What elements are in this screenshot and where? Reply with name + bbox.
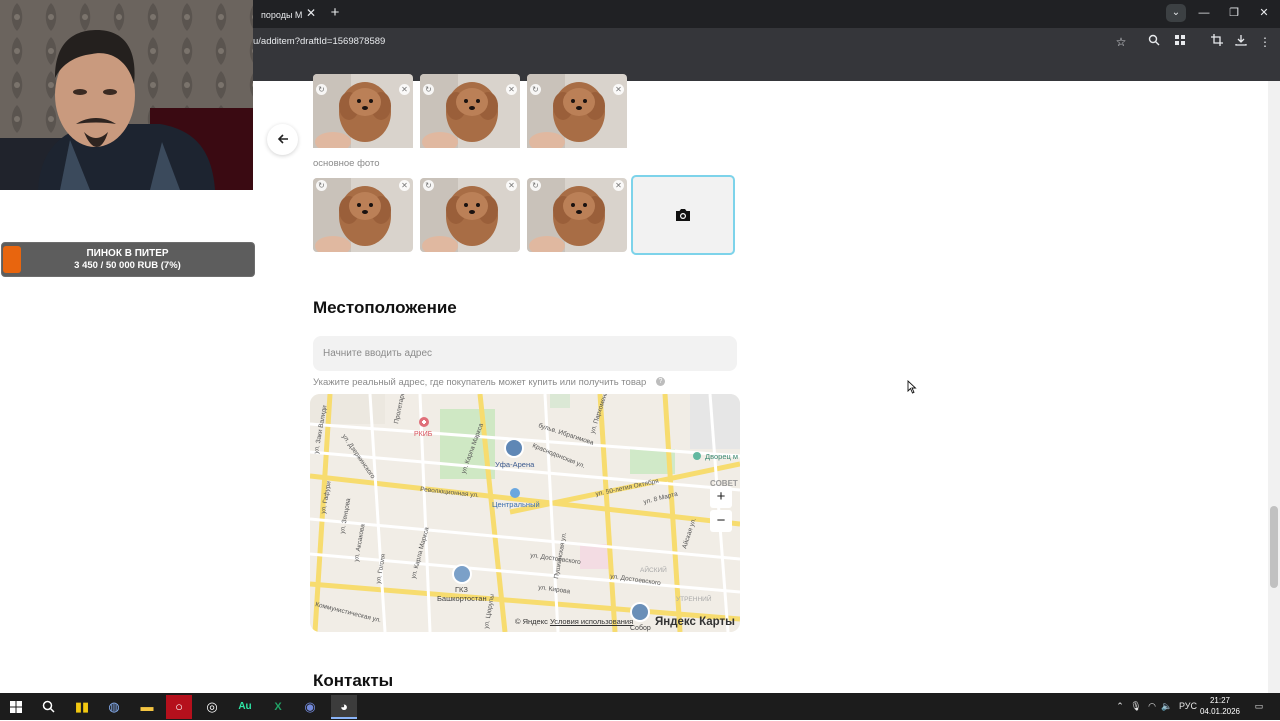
- rotate-icon[interactable]: ↻: [423, 180, 434, 191]
- puppy-photo: [527, 178, 627, 252]
- map-label-aiskiy: АЙСКИЙ: [640, 565, 667, 574]
- notification-icon[interactable]: ▭: [1252, 699, 1266, 713]
- restore-button[interactable]: ❐: [1220, 4, 1248, 22]
- donation-goal-title: ПИНОК В ПИТЕР: [86, 248, 169, 259]
- wifi-icon[interactable]: ◠: [1146, 699, 1158, 713]
- address-bar[interactable]: u/additem?draftId=1569878589: [253, 33, 953, 51]
- delete-photo-icon[interactable]: ✕: [506, 180, 517, 191]
- delete-photo-icon[interactable]: ✕: [613, 84, 624, 95]
- help-icon[interactable]: ?: [656, 377, 665, 386]
- photo-thumbnail[interactable]: ↻ ✕: [313, 74, 413, 152]
- search-icon[interactable]: [35, 695, 61, 719]
- camera-icon: [676, 209, 690, 221]
- taskbar-app-icon[interactable]: ▮▮: [69, 695, 95, 719]
- bookmark-star-icon[interactable]: ☆: [1112, 33, 1130, 51]
- clock-time: 21:27: [1209, 696, 1231, 705]
- scrollbar-track[interactable]: [1268, 81, 1280, 693]
- photo-thumbnail[interactable]: ↻ ✕: [420, 74, 520, 152]
- search-icon[interactable]: [1145, 33, 1163, 51]
- scrollbar-thumb[interactable]: [1270, 506, 1278, 588]
- map-terms-link[interactable]: Условия использования: [550, 617, 633, 626]
- main-photo-label: основное фото: [313, 158, 380, 169]
- chrome-icon[interactable]: ◕: [331, 695, 357, 719]
- photo-thumbnail[interactable]: ↻ ✕: [313, 178, 413, 252]
- folder-icon[interactable]: ▬: [134, 695, 160, 719]
- map-label-centralny: Центральный: [492, 500, 540, 509]
- tab-search-icon[interactable]: ⌄: [1166, 4, 1186, 22]
- browser-menu-icon[interactable]: ⋮: [1256, 33, 1274, 51]
- contacts-title: Контакты: [313, 671, 394, 690]
- rotate-icon[interactable]: ↻: [316, 84, 327, 95]
- map-label-ufa-arena: Уфа-Арена: [495, 460, 535, 469]
- delete-photo-icon[interactable]: ✕: [613, 180, 624, 191]
- tab-title: породы М: [261, 10, 303, 20]
- discord-icon[interactable]: ◉: [297, 695, 323, 719]
- clock-date: 04.01.2026: [1199, 707, 1241, 716]
- rotate-icon[interactable]: ↻: [530, 180, 541, 191]
- windows-taskbar: [0, 693, 1280, 720]
- yandex-maps-logo[interactable]: Яндекс Карты: [655, 614, 740, 630]
- excel-icon[interactable]: X: [265, 695, 291, 719]
- map-label-gkz: ГКЗ: [455, 585, 468, 594]
- apps-grid-icon[interactable]: [1171, 33, 1189, 51]
- tab-close-icon[interactable]: ✕: [305, 6, 317, 20]
- rotate-icon[interactable]: ↻: [316, 180, 327, 191]
- map-label-utrenniy: УТРЕННИЙ: [676, 594, 712, 603]
- delete-photo-icon[interactable]: ✕: [399, 84, 410, 95]
- map-label-dvorets: Дворец м: [705, 452, 738, 461]
- map-label-bashkortostan: Башкортостан: [437, 594, 487, 603]
- photo-thumbnail[interactable]: ↻ ✕: [527, 178, 627, 252]
- address-input[interactable]: [313, 336, 737, 371]
- tray-chevron-up-icon[interactable]: ⌃: [1114, 699, 1126, 713]
- puppy-photo: [527, 74, 627, 152]
- photo-thumbnail[interactable]: ↻ ✕: [527, 74, 627, 152]
- rotate-icon[interactable]: ↻: [423, 84, 434, 95]
- close-window-button[interactable]: ✕: [1250, 4, 1278, 22]
- address-hint: Укажите реальный адрес, где покупатель м…: [313, 377, 647, 388]
- map-copyright: © Яндекс Условия использования: [515, 616, 655, 628]
- arrow-left-icon: [277, 134, 288, 144]
- delete-photo-icon[interactable]: ✕: [506, 84, 517, 95]
- photo-thumbnail[interactable]: ↻ ✕: [420, 178, 520, 252]
- microphone-icon[interactable]: 🎙: [1130, 699, 1142, 713]
- map-label-rkib: РКИБ: [414, 431, 433, 438]
- mouse-cursor-icon: [907, 380, 917, 394]
- taskbar-clock[interactable]: 21:27 04.01.2026: [1197, 695, 1243, 719]
- puppy-photo: [420, 74, 520, 152]
- map-zoom-in-button[interactable]: +: [710, 486, 732, 508]
- language-indicator[interactable]: РУС: [1178, 699, 1198, 713]
- puppy-photo: [313, 178, 413, 252]
- add-photo-button[interactable]: [631, 175, 735, 255]
- taskbar-app-icon[interactable]: ◍: [101, 695, 127, 719]
- new-tab-button[interactable]: +: [327, 4, 343, 22]
- back-button[interactable]: [267, 124, 298, 155]
- yandex-map[interactable]: РКИБ Уфа-Арена Центральный ГКЗ Башкортос…: [310, 394, 740, 632]
- audition-icon[interactable]: Au: [232, 695, 258, 719]
- volume-icon[interactable]: 🔈: [1161, 699, 1173, 713]
- windows-start-icon[interactable]: [3, 695, 29, 719]
- delete-photo-icon[interactable]: ✕: [399, 180, 410, 191]
- webcam-overlay: [0, 0, 253, 190]
- minimize-button[interactable]: —: [1190, 4, 1218, 22]
- crop-icon[interactable]: [1208, 33, 1226, 51]
- rotate-icon[interactable]: ↻: [530, 84, 541, 95]
- donation-goal-progress: 3 450 / 50 000 RUB (7%): [74, 260, 181, 271]
- download-icon[interactable]: [1232, 33, 1250, 51]
- opera-icon[interactable]: ○: [166, 695, 192, 719]
- map-copyright-text: © Яндекс: [515, 617, 548, 626]
- taskbar-app-icon[interactable]: ◎: [199, 695, 225, 719]
- map-canvas[interactable]: РКИБ Уфа-Арена Центральный ГКЗ Башкортос…: [310, 394, 740, 632]
- location-title: Местоположение: [313, 298, 457, 317]
- puppy-photo: [313, 74, 413, 152]
- map-zoom-out-button[interactable]: −: [710, 510, 732, 532]
- puppy-photo: [420, 178, 520, 252]
